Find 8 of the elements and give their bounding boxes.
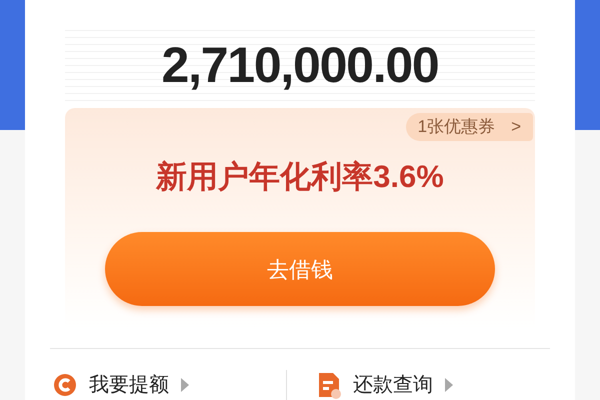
caret-icon [181, 378, 189, 392]
loan-amount: 2,710,000.00 [162, 40, 438, 90]
shortcut-link[interactable]: 我要提额 [50, 370, 286, 400]
caret-icon [445, 378, 453, 392]
coupon-badge[interactable]: 1张优惠券 > [406, 113, 533, 141]
c-logo-icon [53, 372, 77, 396]
promo-rate: 新用户年化利率3.6% [156, 161, 444, 192]
shortcut-link[interactable]: 还款查询 [287, 370, 550, 400]
